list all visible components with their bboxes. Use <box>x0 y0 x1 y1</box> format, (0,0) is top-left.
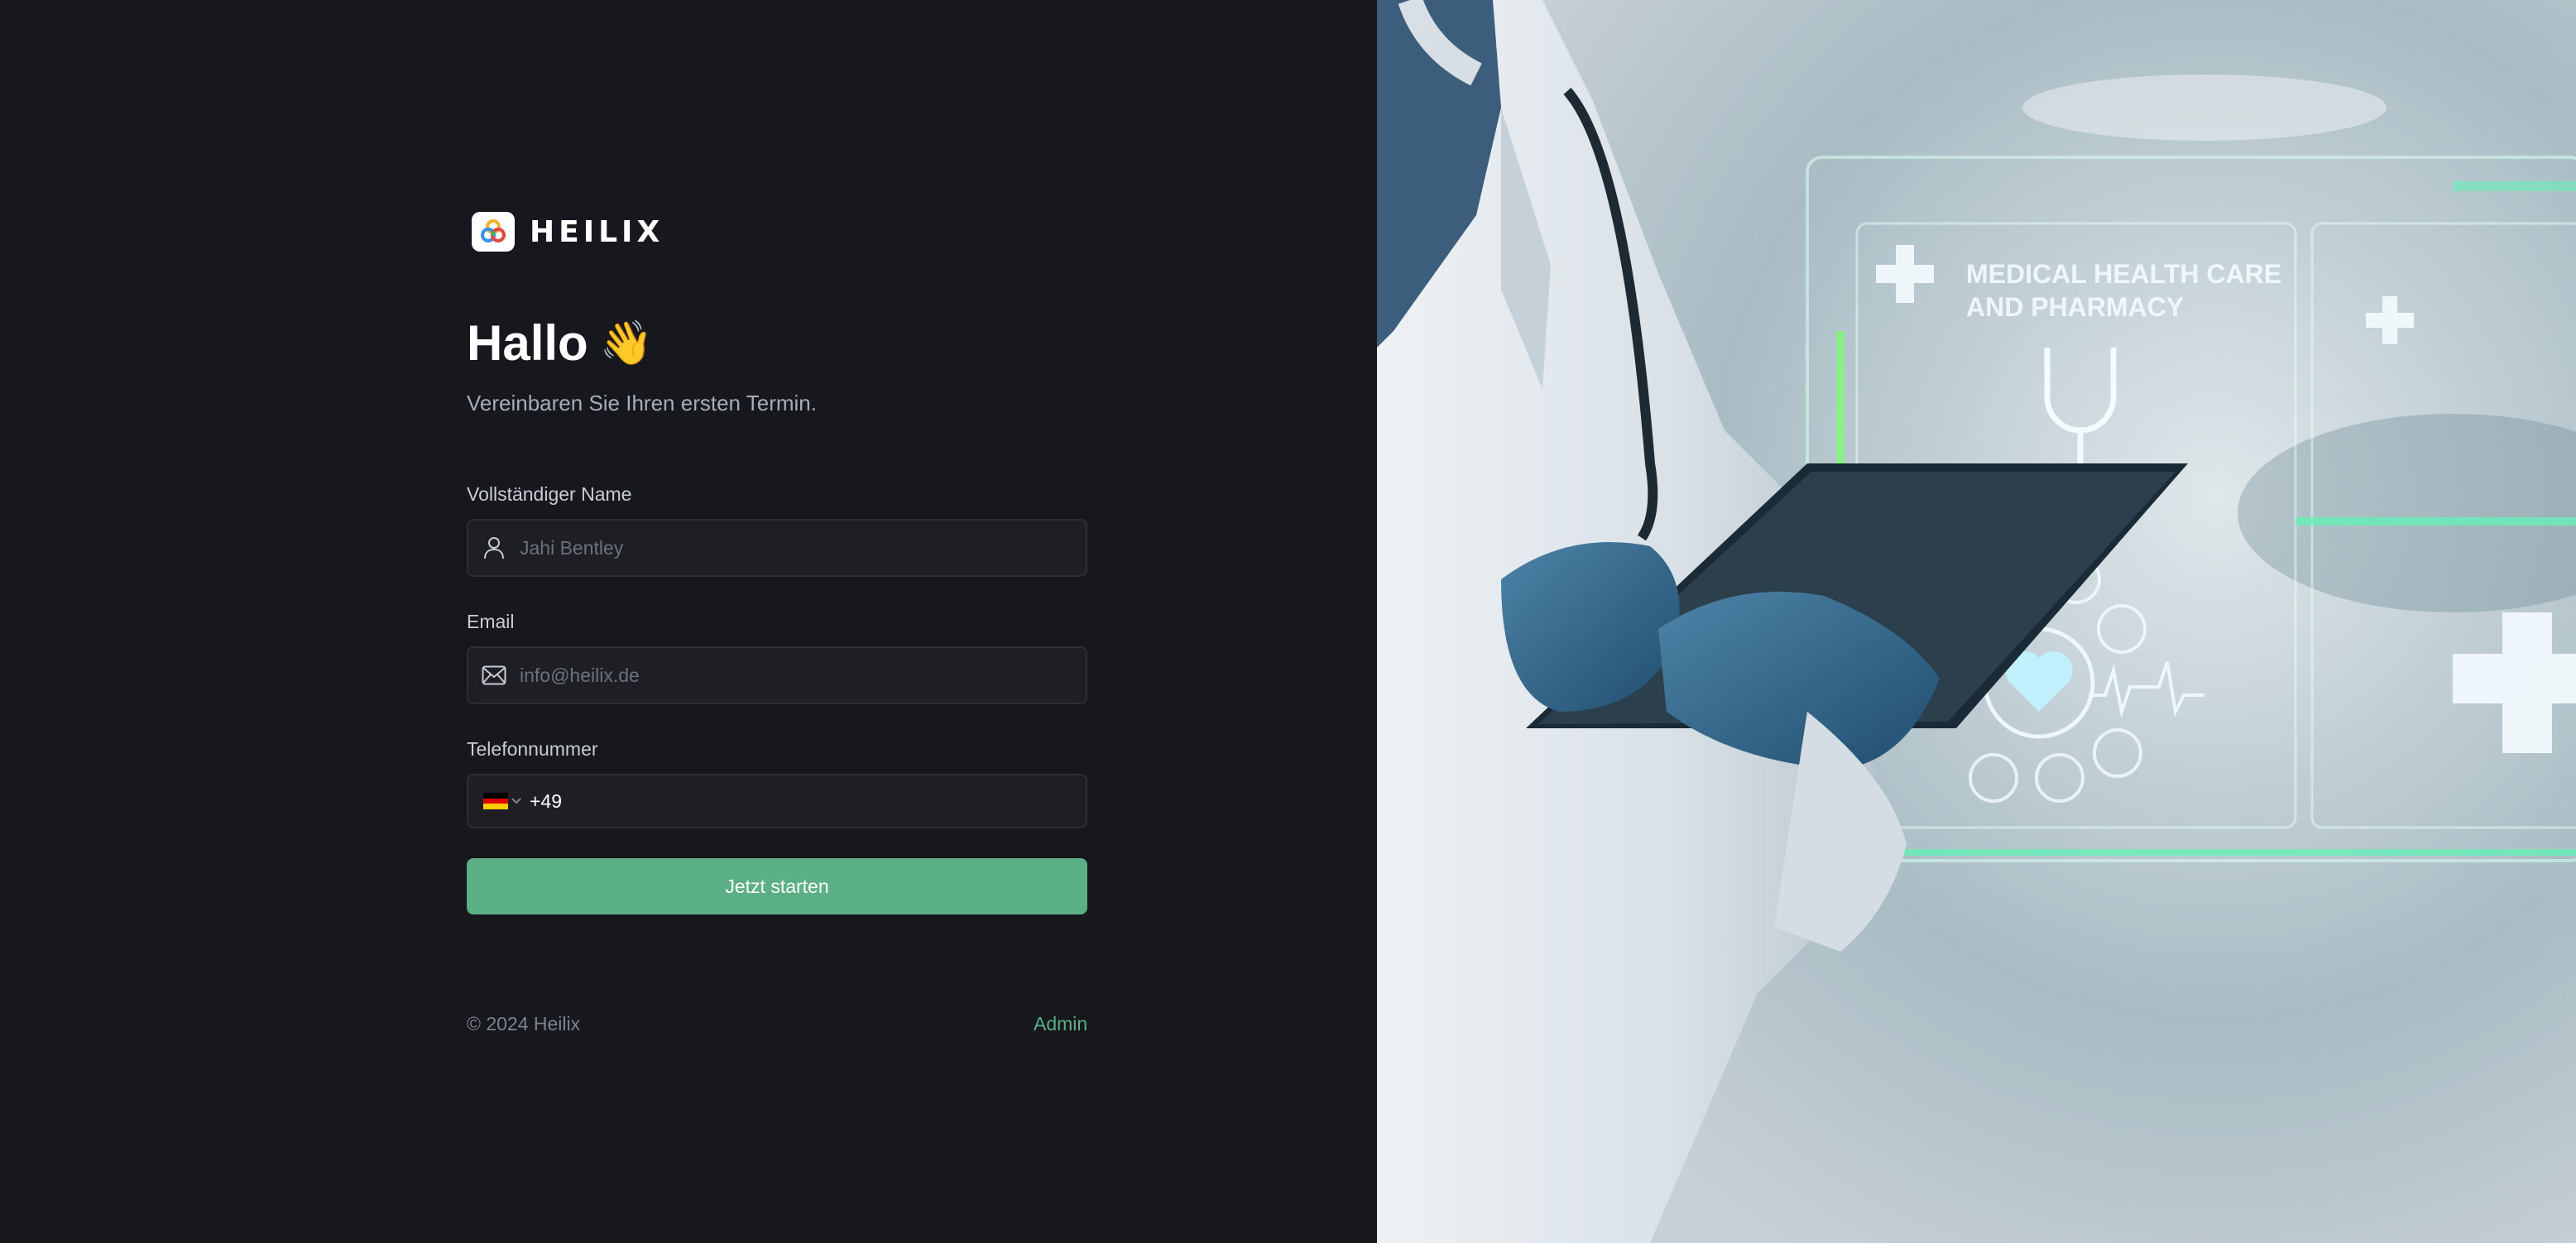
doctor-tablet-photo-icon: MEDICAL HEALTH CARE AND PHARMACY <box>1377 0 2576 1243</box>
greeting-heading: Hallo 👋 <box>467 314 653 372</box>
phone-label: Telefonnummer <box>467 738 598 760</box>
country-selector[interactable]: +49 <box>468 790 562 813</box>
admin-link[interactable]: Admin <box>1034 1013 1087 1035</box>
start-button[interactable]: Jetzt starten <box>467 858 1087 914</box>
overlay-text-line-1: MEDICAL HEALTH CARE <box>1966 259 2281 289</box>
email-field-wrapper <box>467 646 1087 704</box>
greeting-title: Hallo <box>467 315 588 371</box>
logo-icon <box>472 212 515 252</box>
phone-field-wrapper: +49 <box>467 774 1087 828</box>
dial-code: +49 <box>530 789 563 812</box>
copyright-text: © 2024 Heilix <box>467 1013 581 1034</box>
name-field-wrapper <box>467 519 1087 577</box>
phone-input[interactable] <box>568 775 1086 827</box>
brand-logo: HEILIX <box>472 212 664 252</box>
wave-emoji-icon: 👋 <box>599 319 654 367</box>
hero-image: MEDICAL HEALTH CARE AND PHARMACY <box>1377 0 2576 1243</box>
brand-name: HEILIX <box>530 214 664 249</box>
mail-icon <box>468 665 520 685</box>
overlay-text-line-2: AND PHARMACY <box>1966 292 2184 322</box>
chevron-down-icon <box>511 794 521 809</box>
signup-panel: HEILIX Hallo 👋 Vereinbaren Sie Ihren ers… <box>0 0 1377 1243</box>
germany-flag-icon <box>483 793 508 810</box>
email-label: Email <box>467 611 515 632</box>
name-label: Vollständiger Name <box>467 483 632 505</box>
email-input[interactable] <box>520 648 1086 703</box>
greeting-subtitle: Vereinbaren Sie Ihren ersten Termin. <box>467 391 817 415</box>
name-input[interactable] <box>520 521 1086 575</box>
user-icon <box>468 536 520 559</box>
